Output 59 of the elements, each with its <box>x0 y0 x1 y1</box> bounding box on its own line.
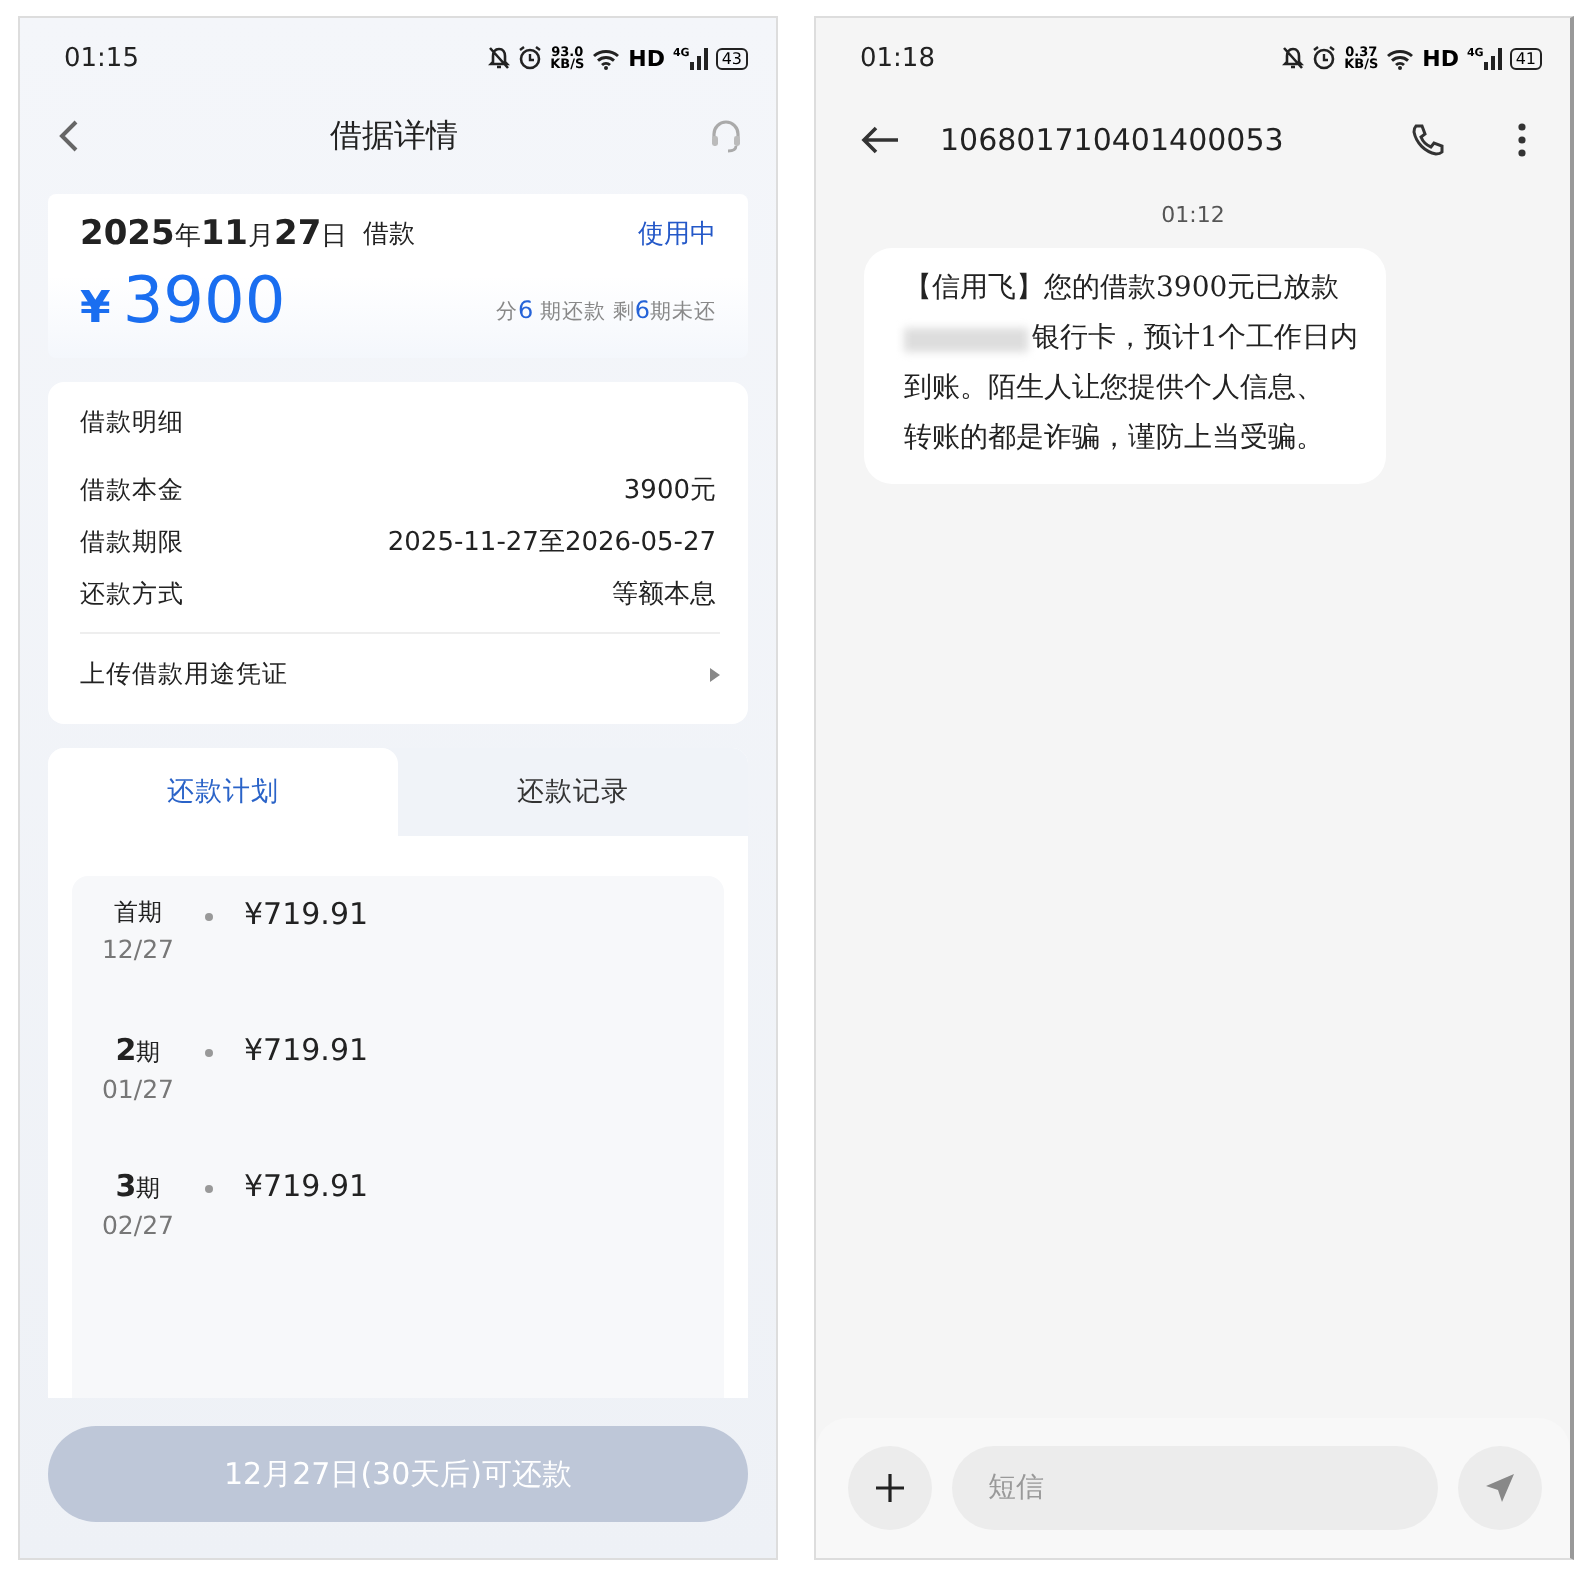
detail-value: 2025-11-27至2026-05-27 <box>387 526 716 560</box>
details-title: 借款明细 <box>80 406 186 440</box>
currency-symbol: ¥ <box>80 284 111 334</box>
status-time: 01:18 <box>860 43 935 73</box>
page-title: 借据详情 <box>330 115 458 157</box>
alarm-icon <box>1312 46 1337 70</box>
loan-label: 借款 <box>363 218 416 252</box>
back-icon[interactable] <box>56 118 80 154</box>
message-text: 银行卡，预计1个工作日内 <box>1032 320 1358 358</box>
message-text: 到账。陌生人让您提供个人信息、 <box>904 370 1324 408</box>
detail-value: 等额本息 <box>612 578 716 612</box>
installment-amount: ¥719.91 <box>244 1032 371 1068</box>
installment-amount: ¥719.91 <box>244 1168 371 1204</box>
bell-off-icon <box>488 46 511 70</box>
timeline-dot <box>204 1048 214 1058</box>
loan-amount: 3900 <box>122 262 286 338</box>
detail-label: 借款期限 <box>80 525 184 559</box>
message-text: 【信用飞】您的借款3900元已放款 <box>904 270 1340 308</box>
phone-icon[interactable] <box>1410 122 1446 158</box>
wifi-icon <box>592 47 621 69</box>
message-input[interactable]: 短信 <box>952 1446 1438 1530</box>
upload-proof-row[interactable]: 上传借款用途凭证 <box>80 632 720 712</box>
alarm-icon <box>518 46 543 70</box>
message-timestamp: 01:12 <box>1161 202 1225 228</box>
plus-icon <box>874 1472 906 1504</box>
installment-amount: ¥719.91 <box>244 896 371 932</box>
installment-info: 分6 期还款 剩6期未还 <box>496 296 716 326</box>
battery-indicator: 43 <box>715 47 748 69</box>
detail-value: 3900元 <box>623 474 716 508</box>
back-arrow-icon[interactable] <box>860 124 900 156</box>
detail-label: 借款本金 <box>80 473 184 507</box>
bell-off-icon <box>1282 46 1305 70</box>
send-button[interactable] <box>1458 1446 1542 1530</box>
network-label: HD <box>1422 45 1459 71</box>
detail-label: 还款方式 <box>80 577 184 611</box>
period-label: 2期 <box>115 1032 161 1070</box>
tab[interactable]: 还款计划 <box>48 748 398 836</box>
signal-icon <box>1483 47 1502 69</box>
wifi-icon <box>1386 47 1415 69</box>
due-date: 01/27 <box>101 1074 175 1104</box>
battery-indicator: 41 <box>1509 47 1542 69</box>
sender-number: 106801710401400053 <box>940 122 1286 158</box>
period-label: 3期 <box>115 1168 161 1206</box>
timeline-dot <box>204 912 214 922</box>
tab[interactable]: 还款记录 <box>398 748 748 836</box>
more-icon[interactable] <box>1518 122 1526 158</box>
network-label: HD <box>628 45 665 71</box>
status-time: 01:15 <box>64 43 139 73</box>
due-date: 12/27 <box>101 934 175 964</box>
due-date: 02/27 <box>101 1210 175 1240</box>
period-label: 首期 <box>114 896 162 930</box>
signal-icon <box>689 47 708 69</box>
chevron-icon <box>710 668 720 682</box>
upload-link[interactable]: 上传借款用途凭证 <box>80 658 288 692</box>
add-button[interactable] <box>848 1446 932 1530</box>
message-text: 转账的都是诈骗，谨防上当受骗。 <box>904 420 1324 458</box>
send-icon <box>1484 1472 1516 1504</box>
timeline-dot <box>204 1184 214 1194</box>
loan-status: 使用中 <box>638 218 716 252</box>
